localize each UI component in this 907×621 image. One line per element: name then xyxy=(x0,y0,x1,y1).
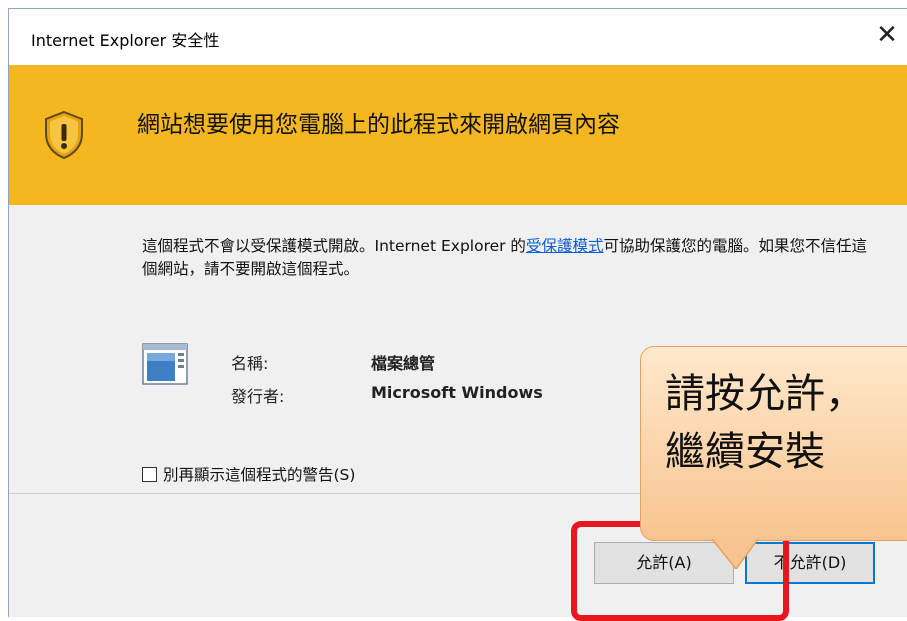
name-value: 檔案總管 xyxy=(371,354,436,373)
warning-banner: 網站想要使用您電腦上的此程式來開啟網頁內容 xyxy=(9,65,907,205)
close-button[interactable]: ✕ xyxy=(867,15,907,55)
deny-button[interactable]: 不允許(D) xyxy=(745,542,875,584)
dont-show-again-option[interactable]: 別再顯示這個程式的警告(S) xyxy=(142,463,355,485)
instruction-callout: 請按允許， 繼續安裝 xyxy=(640,346,907,541)
shield-warning-icon xyxy=(45,110,83,160)
callout-pointer xyxy=(711,539,759,569)
description-text: 這個程式不會以受保護模式開啟。Internet Explorer 的受保護模式可… xyxy=(142,235,877,281)
publisher-label: 發行者: xyxy=(231,387,285,406)
application-window-icon xyxy=(142,343,188,385)
dont-show-again-checkbox[interactable] xyxy=(142,466,157,482)
description-part1: 這個程式不會以受保護模式開啟。Internet Explorer 的 xyxy=(142,237,526,255)
title-bar: Internet Explorer 安全性 ✕ xyxy=(9,9,907,65)
name-label: 名稱: xyxy=(231,354,269,373)
dont-show-again-label: 別再顯示這個程式的警告(S) xyxy=(163,466,356,484)
protected-mode-link[interactable]: 受保護模式 xyxy=(526,237,604,255)
dialog-title: Internet Explorer 安全性 xyxy=(31,31,220,50)
banner-heading: 網站想要使用您電腦上的此程式來開啟網頁內容 xyxy=(137,112,620,138)
close-icon: ✕ xyxy=(876,20,898,50)
callout-text: 請按允許， 繼續安裝 xyxy=(665,371,865,475)
publisher-value: Microsoft Windows xyxy=(371,383,543,402)
